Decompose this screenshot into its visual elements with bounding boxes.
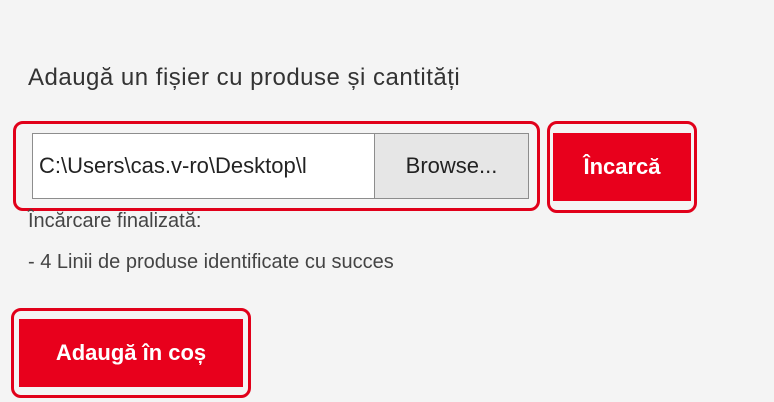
section-title: Adaugă un fișier cu produse și cantități xyxy=(28,64,461,91)
file-path-field[interactable]: C:\Users\cas.v-ro\Desktop\l xyxy=(32,133,374,199)
upload-status-label: Încărcare finalizată: xyxy=(28,210,202,232)
add-to-cart-button[interactable]: Adaugă în coș xyxy=(19,319,243,387)
upload-button[interactable]: Încarcă xyxy=(553,133,691,201)
browse-button[interactable]: Browse... xyxy=(374,133,529,199)
upload-status-detail: - 4 Linii de produse identificate cu suc… xyxy=(28,251,394,273)
